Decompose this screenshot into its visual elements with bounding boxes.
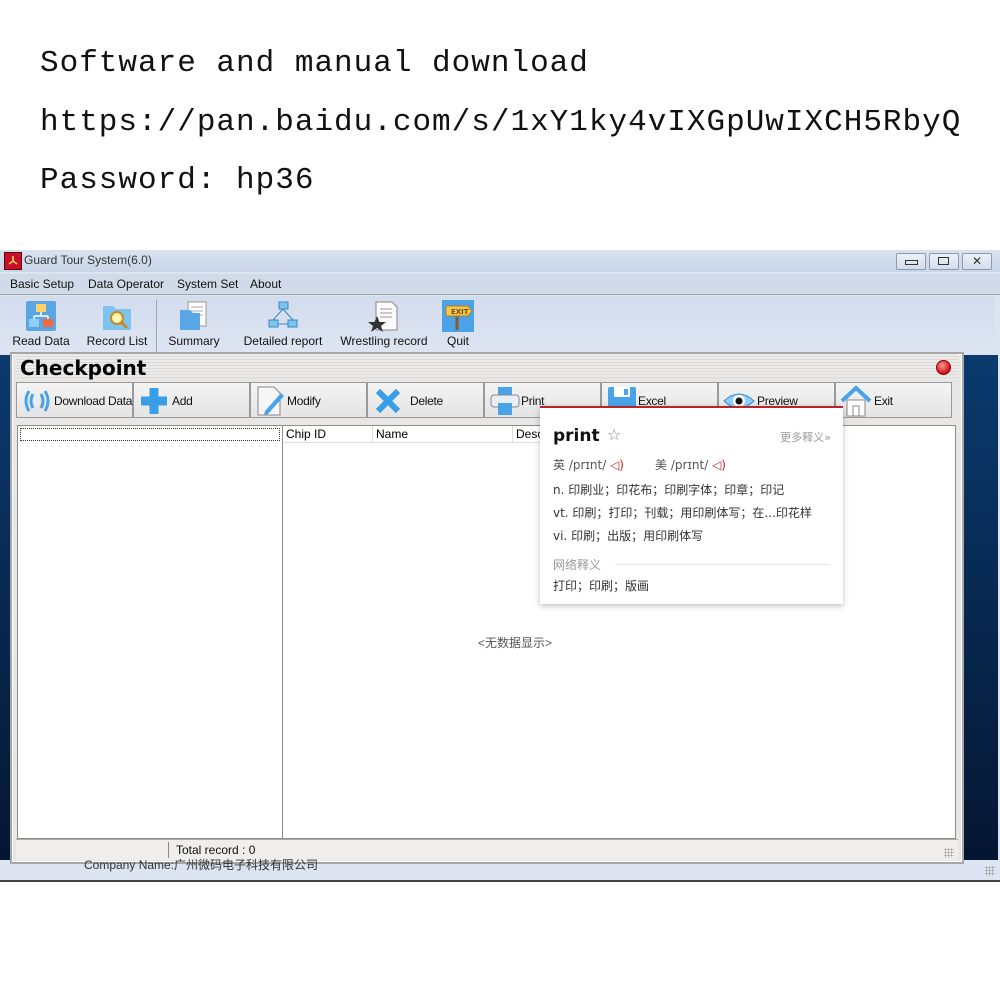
record-list-button[interactable]: Record List [84, 300, 150, 348]
exit-sign-icon: EXIT [442, 300, 474, 332]
title-bar: Guard Tour System(6.0) ✕ [0, 250, 1000, 272]
password-text: Password: hp36 [40, 163, 315, 198]
column-header-name[interactable]: Name [373, 426, 513, 443]
window-title: Guard Tour System(6.0) [24, 253, 152, 267]
quit-button[interactable]: EXIT Quit [440, 300, 476, 348]
dictionary-word: print [553, 426, 600, 446]
plus-icon [141, 388, 167, 414]
main-toolbar: Read Data Record List Summary Detailed r… [0, 296, 995, 352]
printer-icon [490, 387, 520, 415]
read-data-button[interactable]: Read Data [10, 300, 72, 348]
read-data-label: Read Data [12, 334, 70, 348]
quit-label: Quit [446, 334, 469, 348]
svg-text:EXIT: EXIT [451, 308, 469, 316]
summary-button[interactable]: Summary [166, 300, 222, 348]
folder-document-icon [178, 300, 210, 332]
empty-table-message: <无数据显示> [478, 636, 553, 650]
download-data-button[interactable]: Download Data [16, 382, 133, 418]
total-record-count: Total record : 0 [176, 843, 256, 857]
close-icon: ✕ [972, 254, 983, 268]
exit-label: Exit [874, 394, 893, 408]
delete-label: Delete [410, 394, 443, 408]
us-label: 美 [655, 458, 668, 472]
menu-basic-setup[interactable]: Basic Setup [10, 277, 74, 291]
hierarchy-icon [25, 300, 57, 332]
wrestling-record-label: Wrestling record [340, 334, 428, 348]
wireless-icon [24, 390, 50, 412]
edit-icon [257, 386, 284, 416]
modify-label: Modify [287, 394, 321, 408]
checkpoint-title: Checkpoint [20, 356, 147, 380]
uk-pronunciation: 英 /prɪnt/ ◁) [553, 456, 624, 473]
more-definitions-link[interactable]: 更多释义» [780, 429, 831, 445]
folder-search-icon [101, 300, 133, 332]
checkpoint-tree[interactable] [17, 425, 283, 839]
exit-button[interactable]: Exit [835, 382, 952, 418]
add-button[interactable]: Add [133, 382, 250, 418]
wrestling-record-button[interactable]: Wrestling record [338, 300, 430, 348]
modify-button[interactable]: Modify [250, 382, 367, 418]
app-logo-icon [4, 252, 22, 270]
us-pronunciation: 美 /prɪnt/ ◁) [655, 456, 726, 473]
document-star-icon [368, 300, 400, 332]
uk-label: 英 [553, 458, 566, 472]
web-definition-heading: 网络释义 [553, 558, 602, 572]
dictionary-popup: print ☆ 更多释义» 英 /prɪnt/ ◁) 美 /prɪnt/ ◁) … [540, 406, 843, 604]
menu-system-set[interactable]: System Set [177, 277, 238, 291]
menu-bar: Basic Setup Data Operator System Set Abo… [0, 274, 1000, 295]
us-speaker-icon[interactable]: ◁) [712, 458, 726, 472]
window-resize-grip-icon[interactable] [985, 866, 995, 876]
menu-data-operator[interactable]: Data Operator [88, 277, 164, 291]
minimize-icon [905, 260, 918, 265]
checkpoint-close-button[interactable] [936, 360, 951, 375]
minimize-button[interactable] [896, 253, 926, 270]
resize-grip-icon[interactable] [944, 848, 954, 858]
checkpoint-title-bar [16, 354, 958, 378]
web-definition-divider [615, 564, 830, 565]
record-list-label: Record List [86, 334, 148, 348]
home-icon [840, 385, 872, 417]
uk-speaker-icon[interactable]: ◁) [610, 458, 624, 472]
summary-label: Summary [168, 334, 220, 348]
toolbar-separator [156, 300, 157, 352]
detailed-report-button[interactable]: Detailed report [240, 300, 326, 348]
download-data-label: Download Data [54, 394, 133, 408]
delete-button[interactable]: Delete [367, 382, 484, 418]
delete-x-icon [375, 388, 401, 414]
column-header-chip-id[interactable]: Chip ID [283, 426, 373, 443]
close-button[interactable]: ✕ [962, 253, 992, 270]
favorite-star-icon[interactable]: ☆ [607, 425, 621, 444]
company-name: Company Name:广州微码电子科技有限公司 [84, 858, 319, 872]
tree-focus-item[interactable] [20, 428, 280, 441]
maximize-icon [938, 257, 949, 265]
menu-about[interactable]: About [250, 277, 281, 291]
definition-vt: vt. 印刷；打印；刊载；用印刷体写；在...印花样 [553, 506, 812, 520]
definition-noun: n. 印刷业；印花布；印刷字体；印章；印记 [553, 483, 785, 497]
promo-heading: Software and manual download [40, 46, 589, 81]
network-icon [267, 300, 299, 332]
web-definition: 打印；印刷；版画 [553, 579, 650, 593]
uk-phonetic: /prɪnt/ [568, 458, 607, 472]
detailed-report-label: Detailed report [243, 334, 323, 348]
us-phonetic: /prɪnt/ [670, 458, 709, 472]
add-label: Add [172, 394, 193, 408]
download-link[interactable]: https://pan.baidu.com/s/1xY1ky4vIXGpUwIX… [40, 105, 961, 140]
definition-vi: vi. 印刷；出版；用印刷体写 [553, 529, 704, 543]
maximize-button[interactable] [929, 253, 959, 270]
